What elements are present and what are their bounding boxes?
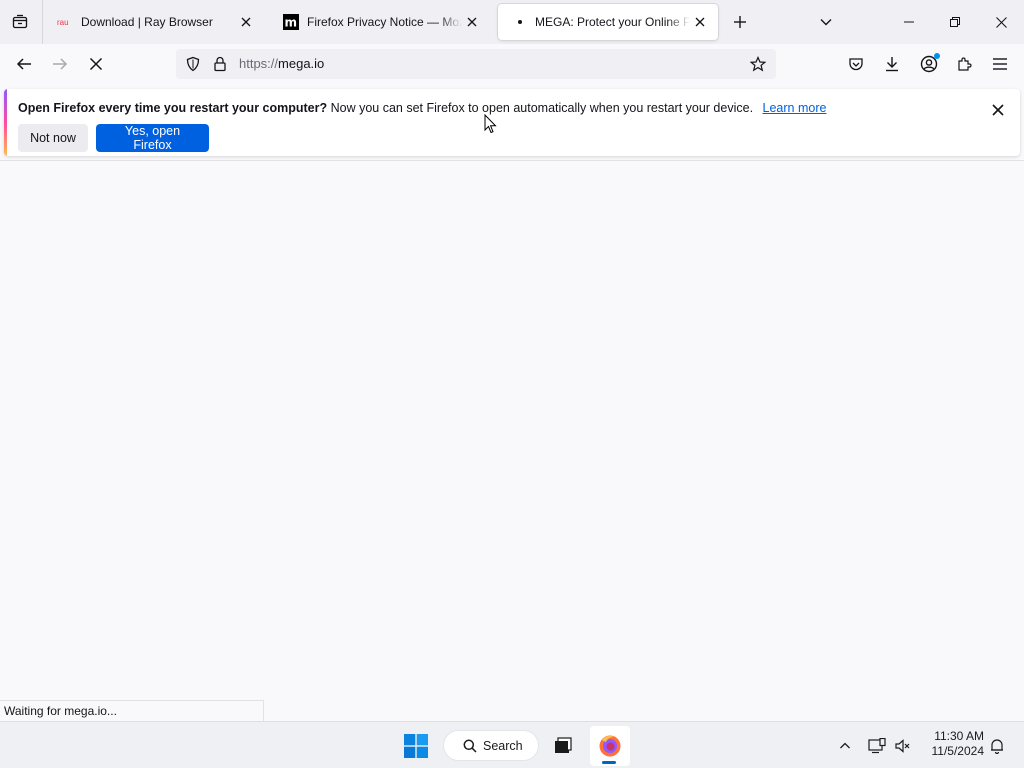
not-now-button[interactable]: Not now bbox=[18, 124, 88, 152]
url-bar[interactable]: https://mega.io bbox=[176, 49, 776, 79]
taskbar-search-box[interactable]: Search bbox=[443, 730, 539, 761]
volume-button[interactable] bbox=[891, 726, 913, 766]
new-tab-button[interactable] bbox=[727, 9, 753, 35]
tab-firefox-privacy-notice[interactable]: m Firefox Privacy Notice — Mozilla bbox=[270, 4, 490, 40]
forward-arrow-icon bbox=[52, 56, 68, 72]
search-icon bbox=[463, 739, 477, 753]
minimize-button[interactable] bbox=[886, 0, 932, 44]
bell-icon bbox=[989, 738, 1005, 754]
status-panel: Waiting for mega.io... bbox=[0, 700, 264, 721]
tab-strip: rau Download | Ray Browser m Firefox Pri… bbox=[0, 0, 1024, 44]
hamburger-menu-icon bbox=[993, 58, 1007, 70]
url-text[interactable]: https://mega.io bbox=[239, 56, 324, 71]
notification-text: Now you can set Firefox to open automati… bbox=[330, 101, 754, 115]
back-button[interactable] bbox=[10, 50, 38, 78]
firefox-logo-icon bbox=[598, 734, 622, 758]
show-hidden-icons-button[interactable] bbox=[834, 726, 856, 766]
windows-taskbar: Search 11:30 AM 11/5/2024 bbox=[0, 721, 1024, 768]
task-view-button[interactable] bbox=[545, 726, 581, 766]
chevron-down-icon bbox=[819, 15, 833, 29]
puzzle-icon bbox=[956, 56, 972, 72]
close-icon bbox=[995, 16, 1007, 28]
star-icon[interactable] bbox=[750, 56, 766, 72]
learn-more-link[interactable]: Learn more bbox=[763, 101, 827, 115]
loading-dot-icon bbox=[511, 14, 527, 30]
task-view-icon bbox=[553, 736, 573, 756]
clock-date: 11/5/2024 bbox=[931, 744, 985, 758]
tab-title: MEGA: Protect your Online Privacy bbox=[535, 15, 690, 29]
pocket-button[interactable] bbox=[842, 50, 870, 78]
notification-accent bbox=[4, 89, 7, 156]
list-all-tabs-button[interactable] bbox=[813, 9, 839, 35]
forward-button[interactable] bbox=[46, 50, 74, 78]
active-app-indicator bbox=[602, 761, 616, 764]
notification-message: Open Firefox every time you restart your… bbox=[18, 101, 826, 115]
svg-text:rau: rau bbox=[57, 18, 69, 27]
stop-loading-icon bbox=[89, 57, 103, 71]
url-scheme: https:// bbox=[239, 56, 279, 71]
notifications-button[interactable] bbox=[986, 726, 1008, 766]
system-clock[interactable]: 11:30 AM 11/5/2024 bbox=[920, 729, 985, 759]
tab-close-icon[interactable] bbox=[462, 12, 482, 32]
back-arrow-icon bbox=[16, 56, 32, 72]
restore-button[interactable] bbox=[932, 0, 978, 44]
account-button[interactable] bbox=[915, 50, 943, 78]
restart-notification-bar: Open Firefox every time you restart your… bbox=[4, 89, 1020, 156]
lock-icon[interactable] bbox=[212, 56, 228, 72]
navigation-toolbar: https://mega.io bbox=[0, 44, 1024, 84]
clock-time: 11:30 AM bbox=[934, 729, 984, 743]
search-label: Search bbox=[483, 738, 523, 753]
firefox-view-button[interactable] bbox=[6, 8, 34, 36]
restore-icon bbox=[950, 17, 960, 27]
url-host: mega.io bbox=[278, 56, 325, 71]
close-window-button[interactable] bbox=[978, 0, 1024, 44]
network-icon bbox=[868, 738, 886, 754]
download-icon bbox=[884, 56, 900, 72]
page-content-area[interactable] bbox=[0, 161, 1024, 700]
plus-icon bbox=[733, 15, 747, 29]
close-notification-button[interactable] bbox=[986, 98, 1010, 122]
minimize-icon bbox=[904, 17, 914, 27]
downloads-button[interactable] bbox=[878, 50, 906, 78]
tab-close-icon[interactable] bbox=[236, 12, 256, 32]
network-status-button[interactable] bbox=[865, 726, 889, 766]
tab-list-icon bbox=[12, 14, 28, 30]
stop-button[interactable] bbox=[82, 50, 110, 78]
tab-close-icon[interactable] bbox=[690, 12, 710, 32]
pocket-icon bbox=[848, 56, 864, 72]
shield-icon[interactable] bbox=[185, 56, 201, 72]
extensions-button[interactable] bbox=[950, 50, 978, 78]
taskbar-firefox-app[interactable] bbox=[590, 726, 630, 766]
windows-logo-icon bbox=[404, 734, 428, 758]
start-button[interactable] bbox=[396, 726, 436, 766]
chevron-up-icon bbox=[839, 740, 851, 752]
app-menu-button[interactable] bbox=[986, 50, 1014, 78]
close-icon bbox=[992, 104, 1004, 116]
volume-muted-icon bbox=[894, 738, 910, 754]
tab-title: Firefox Privacy Notice — Mozilla bbox=[307, 15, 462, 29]
ray-favicon-icon: rau bbox=[57, 14, 73, 30]
mozilla-m-favicon-icon: m bbox=[283, 14, 299, 30]
notification-heading: Open Firefox every time you restart your… bbox=[18, 101, 328, 115]
mouse-cursor bbox=[484, 114, 497, 134]
tab-divider bbox=[42, 0, 43, 44]
tab-mega[interactable]: MEGA: Protect your Online Privacy bbox=[498, 4, 718, 40]
yes-open-firefox-button[interactable]: Yes, open Firefox bbox=[96, 124, 209, 152]
tab-ray-browser[interactable]: rau Download | Ray Browser bbox=[44, 4, 264, 40]
svg-text:m: m bbox=[285, 16, 298, 30]
tab-title: Download | Ray Browser bbox=[81, 15, 213, 29]
account-notification-badge bbox=[934, 53, 940, 59]
